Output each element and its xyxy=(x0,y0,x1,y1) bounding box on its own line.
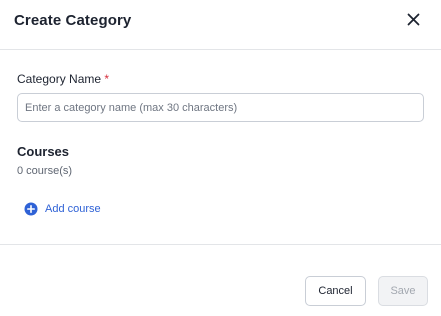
add-course-button[interactable]: Add course xyxy=(24,200,101,218)
cancel-button[interactable]: Cancel xyxy=(305,276,366,306)
footer-divider xyxy=(0,244,441,245)
create-category-dialog: Create Category Category Name * Courses … xyxy=(0,0,441,316)
category-name-label-text: Category Name xyxy=(17,72,102,86)
dialog-header: Create Category xyxy=(0,0,441,50)
required-marker: * xyxy=(104,72,110,86)
category-name-input[interactable] xyxy=(17,93,424,122)
courses-heading: Courses xyxy=(17,144,70,159)
dialog-title: Create Category xyxy=(14,12,132,29)
close-icon xyxy=(407,13,420,31)
category-name-label: Category Name * xyxy=(17,72,109,86)
add-course-label: Add course xyxy=(45,203,101,215)
save-button[interactable]: Save xyxy=(378,276,428,306)
courses-count: 0 course(s) xyxy=(17,165,73,177)
close-button[interactable] xyxy=(403,12,423,32)
plus-circle-icon xyxy=(24,202,38,216)
